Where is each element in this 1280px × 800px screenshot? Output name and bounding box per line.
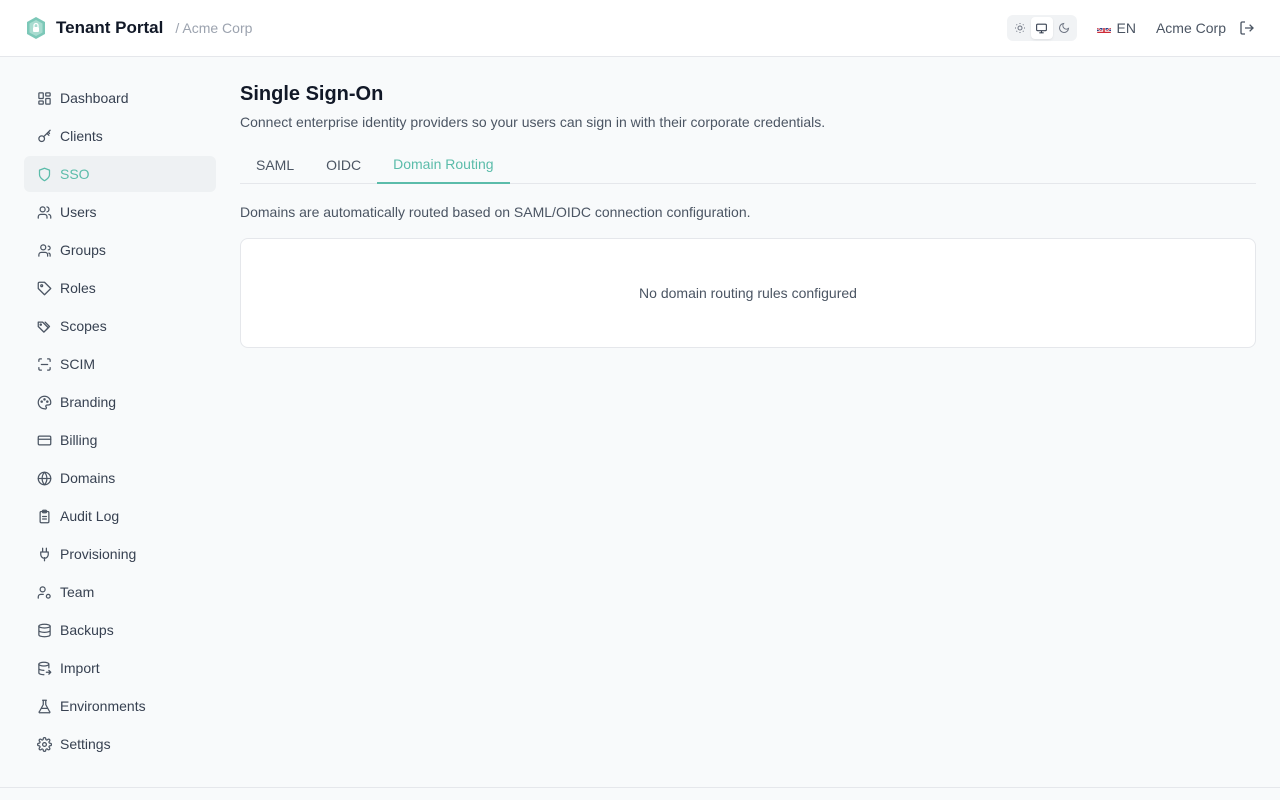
sidebar-item-label: Audit Log — [60, 508, 120, 524]
tab-saml[interactable]: SAML — [240, 146, 310, 184]
sidebar-item-backups[interactable]: Backups — [24, 612, 216, 648]
uk-flag-icon — [1096, 24, 1111, 33]
page-title: Single Sign-On — [240, 83, 384, 105]
language-label: EN — [1116, 20, 1136, 36]
sidebar-item-audit-log[interactable]: Audit Log — [24, 498, 216, 534]
brand[interactable]: Tenant Portal / Acme Corp — [24, 16, 252, 40]
sidebar-item-groups[interactable]: Groups — [24, 232, 216, 268]
key-icon — [36, 128, 52, 144]
shield-lock-logo-icon — [24, 16, 48, 40]
sidebar-item-label: Dashboard — [60, 90, 129, 106]
sidebar-item-roles[interactable]: Roles — [24, 270, 216, 306]
page-subtitle: Connect enterprise identity providers so… — [240, 114, 826, 130]
sidebar: Dashboard Clients SSO Users Groups Roles Scope… — [24, 80, 216, 764]
credit-card-icon — [36, 432, 52, 448]
sidebar-item-label: SSO — [60, 166, 90, 182]
group-icon — [36, 242, 52, 258]
logout-icon[interactable] — [1238, 19, 1256, 37]
dashboard-icon — [36, 90, 52, 106]
tab-domain-routing[interactable]: Domain Routing — [377, 146, 510, 184]
sidebar-item-label: Clients — [60, 128, 103, 144]
flask-icon — [36, 698, 52, 714]
sidebar-item-label: Import — [60, 660, 100, 676]
language-selector[interactable]: EN — [1096, 20, 1136, 36]
topbar-actions: EN Acme Corp — [1006, 15, 1256, 41]
sidebar-item-label: Provisioning — [60, 546, 137, 562]
sidebar-item-domains[interactable]: Domains — [24, 460, 216, 496]
sidebar-item-label: Branding — [60, 394, 117, 410]
sidebar-item-label: Environments — [60, 698, 146, 714]
globe-icon — [36, 470, 52, 486]
sidebar-item-label: Domains — [60, 470, 116, 486]
monitor-icon[interactable] — [1030, 17, 1053, 39]
sidebar-item-label: Backups — [60, 622, 114, 638]
gear-icon — [36, 736, 52, 752]
tab-oidc[interactable]: OIDC — [310, 146, 377, 184]
footer-divider — [0, 787, 1280, 788]
sidebar-item-environments[interactable]: Environments — [24, 688, 216, 724]
sidebar-item-label: Users — [60, 204, 97, 220]
users-icon — [36, 204, 52, 220]
tags-icon — [36, 318, 52, 334]
sidebar-item-label: Billing — [60, 432, 98, 448]
database-icon — [36, 622, 52, 638]
clipboard-icon — [36, 508, 52, 524]
user-cog-icon — [36, 584, 52, 600]
top-bar: Tenant Portal / Acme Corp EN Acme Corp — [0, 0, 1280, 57]
brand-title: Tenant Portal — [56, 18, 164, 37]
theme-toggle — [1006, 15, 1077, 41]
tenant-name: Acme Corp — [1155, 20, 1226, 36]
sidebar-item-branding[interactable]: Branding — [24, 384, 216, 420]
section-description: Domains are automatically routed based o… — [240, 204, 751, 220]
sidebar-item-label: SCIM — [60, 356, 95, 372]
sidebar-item-label: Settings — [60, 736, 111, 752]
sun-icon[interactable] — [1009, 17, 1031, 39]
scan-icon — [36, 356, 52, 372]
sidebar-item-billing[interactable]: Billing — [24, 422, 216, 458]
sidebar-item-users[interactable]: Users — [24, 194, 216, 230]
sidebar-item-label: Scopes — [60, 318, 107, 334]
breadcrumb: / Acme Corp — [175, 20, 253, 36]
sidebar-item-team[interactable]: Team — [24, 574, 216, 610]
sso-tabs: SAML OIDC Domain Routing — [240, 146, 1256, 184]
sidebar-item-scim[interactable]: SCIM — [24, 346, 216, 382]
sidebar-item-import[interactable]: Import — [24, 650, 216, 686]
sidebar-item-dashboard[interactable]: Dashboard — [24, 80, 216, 116]
plug-icon — [36, 546, 52, 562]
tag-icon — [36, 280, 52, 296]
sidebar-item-clients[interactable]: Clients — [24, 118, 216, 154]
database-import-icon — [36, 660, 52, 676]
sidebar-item-label: Roles — [60, 280, 96, 296]
empty-state-text: No domain routing rules configured — [639, 285, 857, 301]
shield-icon — [36, 166, 52, 182]
empty-state-card: No domain routing rules configured — [240, 238, 1256, 348]
sidebar-item-label: Groups — [60, 242, 106, 258]
sidebar-item-provisioning[interactable]: Provisioning — [24, 536, 216, 572]
sidebar-item-sso[interactable]: SSO — [24, 156, 216, 192]
palette-icon — [36, 394, 52, 410]
moon-icon[interactable] — [1053, 17, 1075, 39]
sidebar-item-settings[interactable]: Settings — [24, 726, 216, 762]
main-content: Single Sign-On Connect enterprise identi… — [240, 80, 1256, 348]
sidebar-item-scopes[interactable]: Scopes — [24, 308, 216, 344]
sidebar-item-label: Team — [60, 584, 95, 600]
